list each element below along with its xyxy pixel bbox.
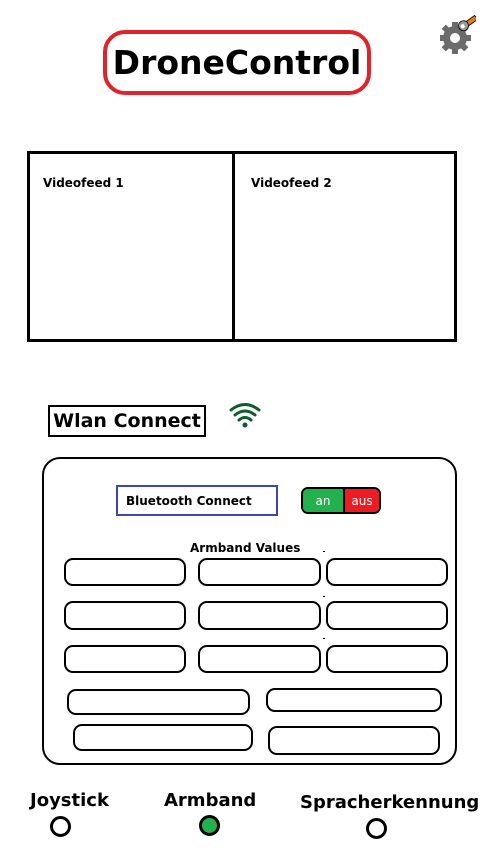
wifi-icon: [226, 400, 264, 432]
videofeed-2-label: Videofeed 2: [251, 176, 332, 190]
app-title: DroneControl: [103, 30, 371, 95]
armband-value-field[interactable]: [67, 689, 250, 715]
mode-radio-joystick[interactable]: [50, 816, 71, 837]
video-divider: [232, 153, 235, 340]
armband-value-field[interactable]: [198, 645, 321, 673]
wlan-connect-button[interactable]: Wlan Connect: [48, 405, 206, 437]
armband-value-field[interactable]: [64, 558, 186, 586]
mode-label-joystick: Joystick: [30, 790, 109, 811]
armband-value-field[interactable]: [268, 726, 440, 755]
mode-radio-armband[interactable]: [199, 815, 220, 836]
videofeed-1-label: Videofeed 1: [43, 176, 124, 190]
armband-value-field[interactable]: [198, 601, 321, 630]
toggle-on-button[interactable]: an: [303, 489, 345, 512]
mode-radio-spracherkennung[interactable]: [366, 818, 387, 839]
armband-value-field[interactable]: [326, 601, 448, 630]
armband-value-field[interactable]: [73, 724, 253, 751]
armband-value-field[interactable]: [64, 645, 186, 673]
armband-value-field[interactable]: [326, 558, 448, 586]
divider-mark: [323, 551, 325, 552]
armband-value-field[interactable]: [64, 601, 186, 630]
armband-value-field[interactable]: [198, 558, 321, 586]
divider-mark: [323, 638, 325, 639]
armband-value-field[interactable]: [326, 645, 448, 673]
mode-label-spracherkennung: Spracherkennung: [300, 792, 480, 813]
mode-label-armband: Armband: [164, 790, 257, 811]
divider-mark: [323, 596, 325, 597]
armband-values-label: Armband Values: [190, 541, 301, 555]
bluetooth-connect-button[interactable]: Bluetooth Connect: [116, 485, 278, 516]
settings-gear-icon[interactable]: [439, 14, 479, 54]
bluetooth-toggle[interactable]: an aus: [301, 487, 381, 514]
armband-value-field[interactable]: [266, 688, 442, 712]
toggle-off-button[interactable]: aus: [345, 489, 379, 512]
